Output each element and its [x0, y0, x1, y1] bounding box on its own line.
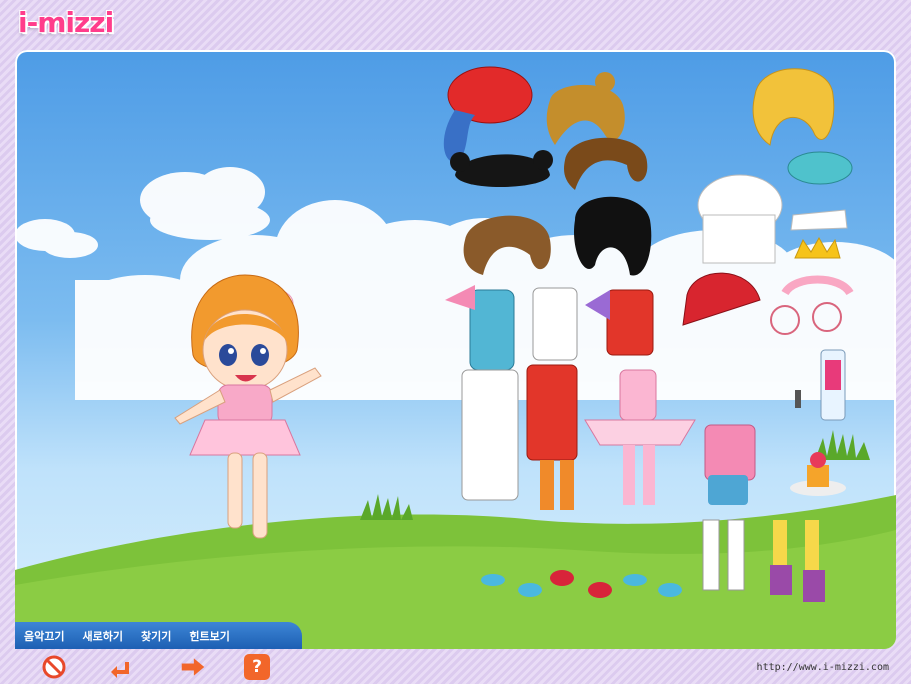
hat-nurse[interactable] — [790, 209, 848, 231]
hair-blonde-updo[interactable] — [546, 72, 625, 145]
outfit-pink-blazer[interactable] — [704, 424, 756, 505]
right-arrow-icon — [181, 658, 205, 676]
hair-black-buns[interactable] — [450, 150, 553, 188]
i-mizzi-logo: i-mizzi — [18, 6, 114, 39]
menu-item-music-off[interactable]: 음악끄기 — [15, 628, 73, 644]
site-url[interactable]: http://www.i-mizzi.com — [757, 662, 889, 673]
crown-item[interactable] — [794, 236, 841, 259]
microphone-item[interactable] — [795, 390, 801, 408]
game-menu-bar: 음악끄기 새로하기 찾기기 힌트보기 — [15, 622, 302, 649]
hat-chef[interactable] — [697, 174, 783, 264]
outfit-red-apron[interactable] — [526, 364, 578, 510]
question-icon: ? — [252, 657, 262, 677]
undo-button[interactable] — [107, 654, 133, 680]
no-entry-icon — [42, 655, 66, 679]
menu-item-reset[interactable]: 새로하기 — [73, 628, 131, 644]
menu-item-hint[interactable]: 힌트보기 — [180, 628, 238, 644]
hair-brown-short[interactable] — [564, 137, 648, 190]
hair-blonde-long[interactable] — [752, 68, 835, 146]
outfit-white-top[interactable] — [532, 287, 578, 361]
undo-arrow-icon — [111, 662, 129, 678]
stage-scene — [15, 66, 896, 649]
help-button[interactable]: ? — [244, 654, 270, 680]
stop-button[interactable] — [41, 654, 67, 680]
next-button[interactable] — [180, 654, 206, 680]
menu-item-find[interactable]: 찾기기 — [132, 628, 180, 644]
hat-teal-cap[interactable] — [787, 151, 853, 185]
syringe-item[interactable] — [820, 349, 846, 421]
dress-up-stage — [15, 50, 896, 649]
outfit-chef-coat[interactable] — [461, 369, 519, 501]
